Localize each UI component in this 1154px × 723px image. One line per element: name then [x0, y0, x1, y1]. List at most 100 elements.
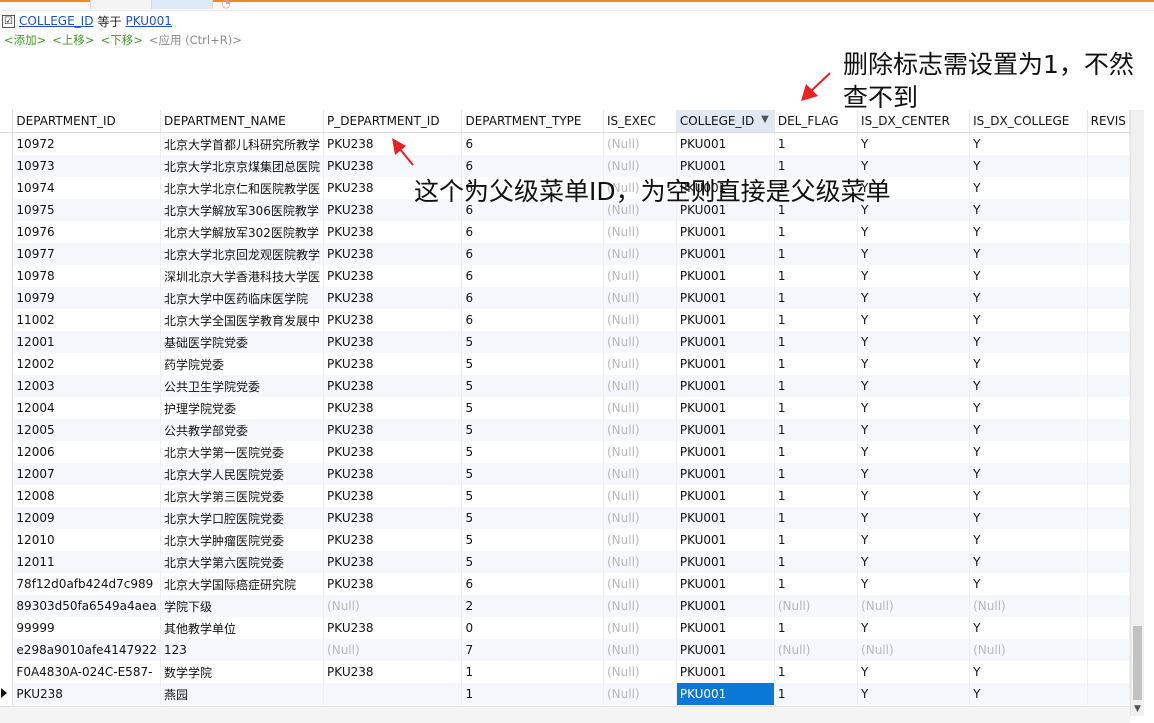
table-cell[interactable]: Y — [969, 331, 1088, 353]
table-cell[interactable]: Y — [857, 243, 971, 265]
table-cell[interactable]: 10974 — [12, 177, 162, 199]
table-cell[interactable]: PKU001 — [676, 507, 775, 529]
table-cell[interactable]: 1 — [774, 309, 859, 331]
table-cell[interactable]: PKU238 — [323, 529, 463, 551]
table-cell[interactable]: 1 — [774, 551, 859, 573]
row-header[interactable] — [0, 397, 14, 419]
table-cell[interactable]: PKU238 — [323, 353, 463, 375]
table-cell[interactable]: 1 — [774, 221, 859, 243]
table-cell[interactable]: 5 — [461, 419, 604, 441]
table-cell[interactable] — [1087, 441, 1130, 463]
table-cell[interactable]: 北京大学第三医院党委 — [160, 485, 325, 507]
table-cell[interactable]: Y — [969, 529, 1088, 551]
move-up-button[interactable]: <上移> — [52, 32, 94, 48]
table-cell[interactable] — [1087, 419, 1130, 441]
table-cell[interactable]: PKU001 — [676, 485, 775, 507]
row-header[interactable] — [0, 551, 14, 573]
table-cell[interactable]: 5 — [461, 331, 604, 353]
table-cell[interactable]: 5 — [461, 375, 604, 397]
table-cell[interactable]: Y — [857, 573, 971, 595]
table-cell[interactable]: 12008 — [12, 485, 162, 507]
row-header[interactable] — [0, 595, 14, 617]
table-cell[interactable]: Y — [857, 132, 971, 155]
table-row[interactable]: 12004 护理学院党委 PKU238 5 (Null) PKU001 1 Y Y — [0, 397, 1130, 419]
table-cell[interactable]: Y — [969, 177, 1088, 199]
table-cell[interactable]: 数学学院 — [160, 661, 325, 683]
table-row[interactable]: 12003 公共卫生学院党委 PKU238 5 (Null) PKU001 1 Y Y — [0, 375, 1130, 397]
table-cell[interactable]: PKU001 — [676, 397, 775, 419]
table-cell[interactable]: 北京大学国际癌症研究院 — [160, 573, 325, 595]
table-cell[interactable] — [1087, 243, 1130, 265]
table-cell[interactable]: PKU001 — [676, 132, 775, 155]
table-cell[interactable]: (Null) — [857, 639, 971, 661]
table-cell[interactable]: Y — [857, 331, 971, 353]
row-header[interactable] — [0, 309, 14, 331]
table-cell[interactable]: PKU238 — [323, 155, 463, 177]
table-cell[interactable]: (Null) — [603, 375, 677, 397]
row-header[interactable] — [0, 331, 14, 353]
table-cell[interactable]: Y — [857, 265, 971, 287]
table-cell[interactable]: (Null) — [603, 551, 677, 573]
table-cell[interactable] — [1087, 309, 1130, 331]
table-cell[interactable]: PKU238 — [323, 507, 463, 529]
table-cell[interactable]: PKU238 — [323, 243, 463, 265]
table-cell[interactable] — [1087, 529, 1130, 551]
table-cell[interactable]: 北京大学第一医院党委 — [160, 441, 325, 463]
table-cell[interactable]: 公共教学部党委 — [160, 419, 325, 441]
table-cell[interactable]: 10975 — [12, 199, 162, 221]
table-cell[interactable] — [1087, 507, 1130, 529]
table-cell[interactable]: PKU238 — [323, 221, 463, 243]
table-cell[interactable]: (Null) — [603, 529, 677, 551]
table-cell[interactable]: 10976 — [12, 221, 162, 243]
table-cell[interactable]: (Null) — [603, 155, 677, 177]
table-cell[interactable]: (Null) — [857, 595, 971, 617]
table-cell[interactable]: 12007 — [12, 463, 162, 485]
table-cell[interactable]: 6 — [461, 265, 604, 287]
table-cell[interactable]: (Null) — [603, 243, 677, 265]
table-cell[interactable]: Y — [969, 353, 1088, 375]
table-cell[interactable]: Y — [969, 199, 1088, 221]
table-cell[interactable]: PKU001 — [676, 617, 775, 639]
table-cell[interactable]: Y — [969, 551, 1088, 573]
table-cell[interactable]: Y — [857, 155, 971, 177]
table-cell[interactable]: Y — [857, 375, 971, 397]
table-cell[interactable] — [1087, 485, 1130, 507]
table-cell[interactable]: PKU238 — [323, 573, 463, 595]
table-cell[interactable]: 0 — [461, 617, 604, 639]
table-cell[interactable]: (Null) — [603, 221, 677, 243]
table-cell[interactable]: 12005 — [12, 419, 162, 441]
table-cell[interactable]: 北京大学人民医院党委 — [160, 463, 325, 485]
table-row[interactable]: 12011 北京大学第六医院党委 PKU238 5 (Null) PKU001 1 Y Y — [0, 551, 1130, 573]
table-cell[interactable]: 78f12d0afb424d7c989 — [12, 573, 162, 595]
table-cell[interactable]: PKU001 — [676, 529, 775, 551]
table-cell[interactable]: Y — [969, 243, 1088, 265]
table-cell[interactable] — [1087, 463, 1130, 485]
row-header[interactable] — [0, 287, 14, 309]
add-condition-button[interactable]: <添加> — [4, 32, 46, 48]
table-cell[interactable]: 1 — [774, 331, 859, 353]
toolbar-icon[interactable]: ◔ — [215, 0, 237, 10]
table-cell[interactable]: Y — [969, 132, 1088, 155]
table-cell[interactable]: (Null) — [603, 617, 677, 639]
row-header[interactable] — [0, 243, 14, 265]
table-cell[interactable]: PKU238 — [323, 132, 463, 155]
table-cell[interactable]: (Null) — [603, 507, 677, 529]
table-row[interactable]: 12007 北京大学人民医院党委 PKU238 5 (Null) PKU001 1 Y Y — [0, 463, 1130, 485]
table-cell[interactable]: 1 — [774, 375, 859, 397]
table-cell[interactable]: Y — [857, 507, 971, 529]
table-cell[interactable]: Y — [857, 529, 971, 551]
table-cell[interactable] — [1087, 155, 1130, 177]
vertical-scrollbar[interactable]: ▼ — [1130, 110, 1144, 716]
table-cell[interactable] — [1087, 639, 1130, 661]
table-row[interactable]: 89303d50fa6549a4aea 学院下级 (Null) 2 (Null) PKU0… — [0, 595, 1130, 617]
scrollbar-thumb[interactable] — [1133, 626, 1142, 700]
table-cell[interactable]: PKU001 — [676, 683, 775, 705]
table-cell[interactable]: Y — [857, 309, 971, 331]
table-cell[interactable]: (Null) — [603, 573, 677, 595]
table-cell[interactable]: Y — [969, 661, 1088, 683]
row-header[interactable] — [0, 441, 14, 463]
table-cell[interactable]: PKU001 — [676, 573, 775, 595]
table-cell[interactable]: 北京大学中医药临床医学院 — [160, 287, 325, 309]
table-cell[interactable]: 1 — [774, 507, 859, 529]
table-row[interactable]: 10973 北京大学北京京煤集团总医院 PKU238 6 (Null) PKU001 1 Y Y — [0, 155, 1130, 177]
